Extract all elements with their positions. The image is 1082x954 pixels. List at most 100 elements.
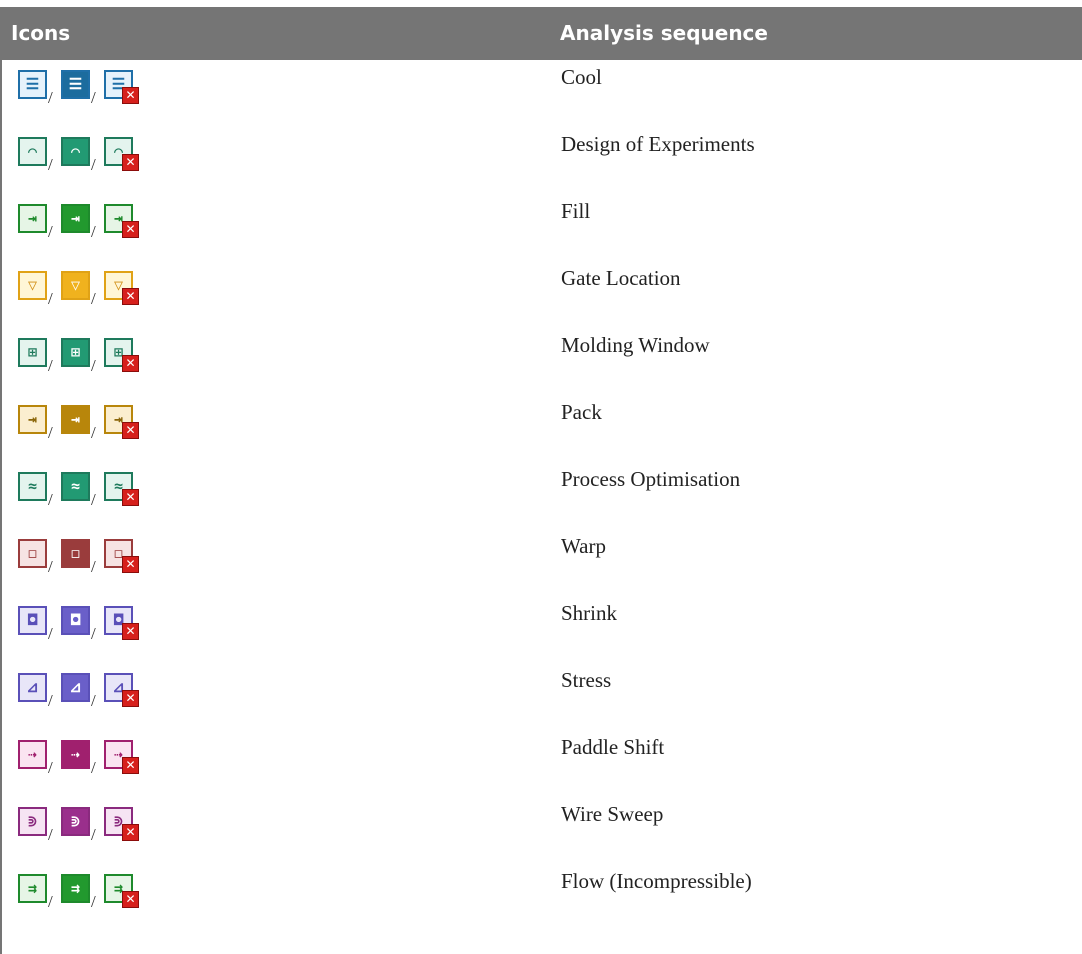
separator-slash: / <box>91 624 96 643</box>
table-row: ⊞ ⊞ ⊞ / / ✕ Molding Window <box>2 328 1082 395</box>
analysis-sequence-name: Warp <box>561 534 606 558</box>
molding-window-active-icon: ⊞ <box>61 338 90 367</box>
icon-glyph: ◻ <box>27 544 38 562</box>
analysis-sequence-name: Paddle Shift <box>561 735 665 759</box>
shrink-active-icon: ◘ <box>61 606 90 635</box>
analysis-sequence-name: Shrink <box>561 601 618 625</box>
analysis-sequence-name: Process Optimisation <box>561 467 741 491</box>
cool-active-icon: ☰ <box>61 70 90 99</box>
icon-glyph: ⇥ <box>27 209 38 227</box>
separator-slash: / <box>91 222 96 241</box>
error-x-icon: ✕ <box>122 757 139 774</box>
icon-glyph: ◻ <box>70 544 81 562</box>
icon-glyph: ⊞ <box>70 343 81 361</box>
paddle-shift-icon: ⇢ <box>18 740 47 769</box>
icon-glyph: ◘ <box>27 611 38 629</box>
analysis-sequence-name: Design of Experiments <box>561 132 755 156</box>
icon-glyph: ⇢ <box>27 745 38 763</box>
error-x-icon: ✕ <box>122 891 139 908</box>
error-x-icon: ✕ <box>122 221 139 238</box>
table-row: ☰ ☰ ☰ / / ✕ Cool <box>2 60 1082 127</box>
stress-icon: ⊿ <box>18 673 47 702</box>
separator-slash: / <box>91 423 96 442</box>
error-x-icon: ✕ <box>122 824 139 841</box>
icon-glyph: ▽ <box>27 276 38 294</box>
flow-incompressible-active-icon: ⇉ <box>61 874 90 903</box>
gate-location-icon: ▽ <box>18 271 47 300</box>
analysis-sequence-name: Flow (Incompressible) <box>561 869 752 893</box>
error-x-icon: ✕ <box>122 556 139 573</box>
stress-active-icon: ⊿ <box>61 673 90 702</box>
error-x-icon: ✕ <box>122 87 139 104</box>
analysis-sequence-name: Molding Window <box>561 333 710 357</box>
icon-glyph: ⊿ <box>26 678 39 696</box>
separator-slash: / <box>48 490 53 509</box>
separator-slash: / <box>48 222 53 241</box>
separator-slash: / <box>48 289 53 308</box>
separator-slash: / <box>91 289 96 308</box>
icon-glyph: ⇥ <box>70 410 81 428</box>
analysis-sequence-name: Stress <box>561 668 612 692</box>
design-of-experiments-active-icon: ⌒ <box>61 137 90 166</box>
flow-incompressible-icon: ⇉ <box>18 874 47 903</box>
fill-icon: ⇥ <box>18 204 47 233</box>
table-row: ⊿ ⊿ ⊿ / / ✕ Stress <box>2 663 1082 730</box>
error-x-icon: ✕ <box>122 422 139 439</box>
warp-active-icon: ◻ <box>61 539 90 568</box>
error-x-icon: ✕ <box>122 154 139 171</box>
icon-glyph: ▽ <box>70 276 81 294</box>
process-optimisation-icon: ≈ <box>18 472 47 501</box>
separator-slash: / <box>91 825 96 844</box>
column-header-icons: Icons <box>11 21 71 45</box>
icon-glyph: ⇥ <box>27 410 38 428</box>
table-row: ⇉ ⇉ ⇉ / / ✕ Flow (Incompressible) <box>2 864 1082 931</box>
design-of-experiments-icon: ⌒ <box>18 137 47 166</box>
icon-glyph: ⌒ <box>27 142 38 160</box>
pack-icon: ⇥ <box>18 405 47 434</box>
error-x-icon: ✕ <box>122 288 139 305</box>
icon-glyph: ⇉ <box>70 879 81 897</box>
icon-glyph: ◘ <box>70 611 81 629</box>
separator-slash: / <box>91 490 96 509</box>
error-x-icon: ✕ <box>122 690 139 707</box>
analysis-sequence-name: Gate Location <box>561 266 681 290</box>
separator-slash: / <box>91 88 96 107</box>
table-row: ◘ ◘ ◘ / / ✕ Shrink <box>2 596 1082 663</box>
separator-slash: / <box>91 557 96 576</box>
analysis-sequence-table: Icons Analysis sequence ☰ ☰ ☰ / / ✕ Cool ⌒ ⌒ ⌒ / / ✕… <box>0 7 1082 954</box>
table-row: ⇥ ⇥ ⇥ / / ✕ Fill <box>2 194 1082 261</box>
icon-glyph: ☰ <box>68 75 83 93</box>
icon-glyph: ⇥ <box>70 209 81 227</box>
table-row: ⌒ ⌒ ⌒ / / ✕ Design of Experiments <box>2 127 1082 194</box>
paddle-shift-active-icon: ⇢ <box>61 740 90 769</box>
separator-slash: / <box>91 155 96 174</box>
table-row: ≈ ≈ ≈ / / ✕ Process Optimisation <box>2 462 1082 529</box>
icon-glyph: ⇢ <box>70 745 81 763</box>
wire-sweep-active-icon: ⋑ <box>61 807 90 836</box>
icon-glyph: ⊿ <box>69 678 82 696</box>
table-body: ☰ ☰ ☰ / / ✕ Cool ⌒ ⌒ ⌒ / / ✕ Design of Experiments ⇥ ⇥ ⇥… <box>0 60 1082 954</box>
separator-slash: / <box>48 691 53 710</box>
icon-glyph: ⋑ <box>70 812 81 830</box>
separator-slash: / <box>48 423 53 442</box>
icon-glyph: ⋑ <box>27 812 38 830</box>
process-optimisation-active-icon: ≈ <box>61 472 90 501</box>
table-row: ⇥ ⇥ ⇥ / / ✕ Pack <box>2 395 1082 462</box>
separator-slash: / <box>48 825 53 844</box>
column-header-analysis-sequence: Analysis sequence <box>560 21 768 45</box>
icon-glyph: ⇉ <box>27 879 38 897</box>
separator-slash: / <box>48 356 53 375</box>
cool-icon: ☰ <box>18 70 47 99</box>
table-row: ⋑ ⋑ ⋑ / / ✕ Wire Sweep <box>2 797 1082 864</box>
pack-active-icon: ⇥ <box>61 405 90 434</box>
separator-slash: / <box>48 155 53 174</box>
table-header: Icons Analysis sequence <box>0 7 1082 60</box>
gate-location-active-icon: ▽ <box>61 271 90 300</box>
icon-glyph: ≈ <box>27 477 38 495</box>
icon-glyph: ⌒ <box>70 142 81 160</box>
table-row: ◻ ◻ ◻ / / ✕ Warp <box>2 529 1082 596</box>
analysis-sequence-name: Pack <box>561 400 602 424</box>
molding-window-icon: ⊞ <box>18 338 47 367</box>
error-x-icon: ✕ <box>122 489 139 506</box>
separator-slash: / <box>91 356 96 375</box>
